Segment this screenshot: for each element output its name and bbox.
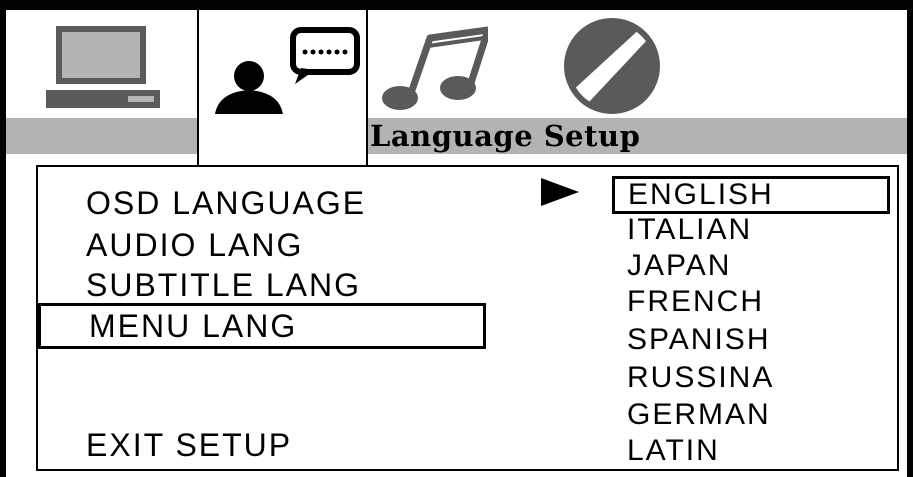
frame-right-border [907, 0, 913, 477]
menu-item-menu-lang[interactable]: MENU LANG [38, 303, 486, 349]
menu-item-subtitle-lang[interactable]: SUBTITLE LANG [86, 268, 361, 302]
exit-setup-button[interactable]: EXIT SETUP [86, 428, 292, 462]
option-spanish[interactable]: SPANISH [627, 325, 770, 355]
monitor-icon [46, 26, 160, 108]
circle-slash-icon [564, 18, 660, 114]
person-speech-icon [215, 27, 360, 114]
menu-item-osd-language[interactable]: OSD LANGUAGE [86, 186, 366, 220]
music-note-icon [382, 26, 488, 110]
option-russina[interactable]: RUSSINA [627, 363, 774, 393]
page-title: Language Setup [370, 119, 641, 153]
right-triangle-icon [541, 178, 579, 206]
frame-top-border [0, 0, 913, 10]
option-french[interactable]: FRENCH [627, 287, 764, 317]
tab-language[interactable] [197, 10, 368, 165]
option-german[interactable]: GERMAN [627, 400, 771, 430]
option-english[interactable]: ENGLISH [612, 176, 890, 214]
option-italian[interactable]: ITALIAN [627, 215, 752, 245]
option-japan[interactable]: JAPAN [627, 251, 731, 281]
option-latin[interactable]: LATIN [627, 436, 720, 466]
menu-item-audio-lang[interactable]: AUDIO LANG [86, 228, 303, 262]
